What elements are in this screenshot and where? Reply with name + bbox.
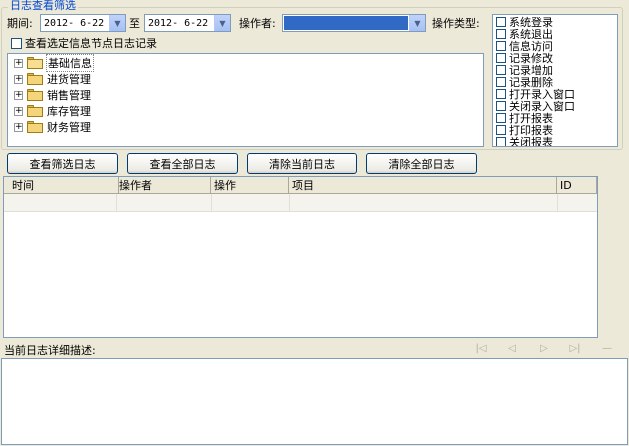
plus-icon[interactable]: + bbox=[14, 58, 23, 68]
op-type-checkbox[interactable] bbox=[496, 125, 506, 135]
op-type-checkbox[interactable] bbox=[496, 65, 506, 75]
node-log-checkbox[interactable] bbox=[11, 38, 22, 49]
detail-label: 当前日志详细描述: bbox=[4, 344, 96, 357]
last-icon[interactable]: ▷| bbox=[568, 343, 582, 355]
chevron-down-icon[interactable]: ▼ bbox=[214, 15, 230, 31]
grid-divider bbox=[289, 194, 290, 212]
date-from-picker[interactable]: 2012- 6-22 ▼ bbox=[40, 14, 126, 32]
operator-value bbox=[284, 16, 408, 30]
op-type-label: 关闭报表 bbox=[509, 136, 553, 147]
op-type-checkbox[interactable] bbox=[496, 53, 506, 63]
col-header-action[interactable]: 操作 bbox=[211, 177, 289, 194]
op-type-checkbox[interactable] bbox=[496, 101, 506, 111]
tree-item-label: 销售管理 bbox=[47, 89, 91, 102]
detail-memo[interactable] bbox=[1, 358, 628, 445]
tree-item-label: 库存管理 bbox=[47, 105, 91, 118]
tree-item[interactable]: + 销售管理 bbox=[14, 87, 91, 103]
op-type-label: 操作类型: bbox=[432, 17, 480, 30]
grid-divider bbox=[557, 194, 558, 212]
next-icon[interactable]: ▷ bbox=[537, 343, 551, 355]
folder-icon bbox=[27, 105, 43, 117]
col-header-operator[interactable]: 操作者 bbox=[116, 177, 211, 194]
tree-item-label: 基础信息 bbox=[46, 54, 94, 72]
op-type-checklist[interactable]: 系统登录 系统退出 信息访问 记录修改 记录增加 记录删除 打开录入窗口 关闭录… bbox=[492, 14, 618, 147]
folder-icon bbox=[27, 89, 43, 101]
period-label: 期间: bbox=[7, 17, 33, 30]
op-type-checkbox[interactable] bbox=[496, 89, 506, 99]
tree-item-label: 进货管理 bbox=[47, 73, 91, 86]
tree-item[interactable]: + 基础信息 bbox=[14, 54, 94, 72]
op-type-checkbox[interactable] bbox=[496, 29, 506, 39]
prev-icon[interactable]: ◁ bbox=[505, 343, 519, 355]
op-type-checkbox[interactable] bbox=[496, 17, 506, 27]
clear-all-log-button[interactable]: 清除全部日志 bbox=[366, 153, 477, 174]
grid-divider bbox=[211, 194, 212, 212]
node-log-checkbox-row[interactable]: 查看选定信息节点日志记录 bbox=[11, 37, 157, 50]
operator-select[interactable]: ▼ bbox=[282, 14, 426, 32]
op-type-item[interactable]: 关闭报表 bbox=[496, 136, 553, 147]
minus-icon[interactable]: — bbox=[600, 343, 614, 355]
grid-header: 时间 操作者 操作 项目 ID bbox=[4, 177, 597, 194]
clear-current-log-button[interactable]: 清除当前日志 bbox=[247, 153, 357, 174]
date-to-picker[interactable]: 2012- 6-22 ▼ bbox=[144, 14, 231, 32]
folder-icon bbox=[27, 73, 43, 85]
tree-item[interactable]: + 进货管理 bbox=[14, 71, 91, 87]
col-header-time[interactable]: 时间 bbox=[9, 177, 119, 194]
chevron-down-icon[interactable]: ▼ bbox=[109, 15, 125, 31]
col-header-id[interactable]: ID bbox=[557, 177, 597, 194]
plus-icon[interactable]: + bbox=[14, 74, 23, 84]
module-tree[interactable]: + 基础信息 + 进货管理 + 销售管理 + 库存管理 + 财务管理 bbox=[7, 53, 484, 147]
op-type-checkbox[interactable] bbox=[496, 77, 506, 87]
chevron-down-icon[interactable]: ▼ bbox=[409, 15, 425, 31]
log-grid[interactable]: 时间 操作者 操作 项目 ID bbox=[3, 176, 598, 338]
first-icon[interactable]: |◁ bbox=[474, 343, 488, 355]
grid-divider bbox=[116, 194, 117, 212]
operator-label: 操作者: bbox=[239, 17, 276, 30]
plus-icon[interactable]: + bbox=[14, 90, 23, 100]
plus-icon[interactable]: + bbox=[14, 122, 23, 132]
op-type-checkbox[interactable] bbox=[496, 137, 506, 146]
view-all-log-button[interactable]: 查看全部日志 bbox=[127, 153, 238, 174]
tree-item[interactable]: + 库存管理 bbox=[14, 103, 91, 119]
node-log-checkbox-label: 查看选定信息节点日志记录 bbox=[25, 37, 157, 50]
filter-group-title: 日志查看筛选 bbox=[8, 0, 78, 12]
to-label: 至 bbox=[129, 17, 140, 30]
folder-icon bbox=[27, 121, 43, 133]
op-type-checkbox[interactable] bbox=[496, 113, 506, 123]
date-from-value: 2012- 6-22 bbox=[44, 17, 105, 29]
tree-item[interactable]: + 财务管理 bbox=[14, 119, 91, 135]
op-type-checkbox[interactable] bbox=[496, 41, 506, 51]
view-filtered-log-button[interactable]: 查看筛选日志 bbox=[7, 153, 118, 174]
col-header-item[interactable]: 项目 bbox=[289, 177, 557, 194]
date-to-value: 2012- 6-22 bbox=[148, 17, 209, 29]
tree-item-label: 财务管理 bbox=[47, 121, 91, 134]
folder-open-icon bbox=[27, 57, 43, 69]
plus-icon[interactable]: + bbox=[14, 106, 23, 116]
table-row[interactable] bbox=[4, 194, 597, 212]
